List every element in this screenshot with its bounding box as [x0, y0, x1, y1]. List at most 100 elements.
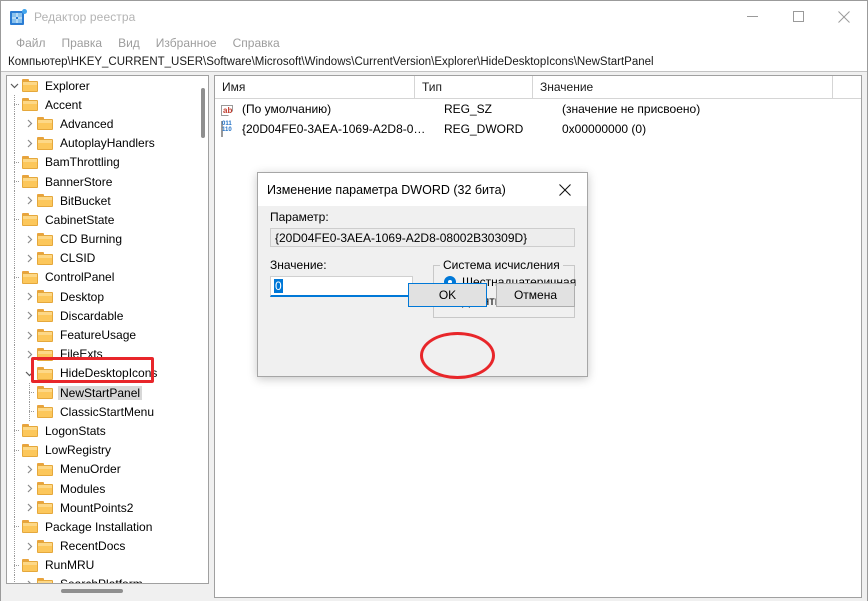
- column-header-extra[interactable]: [833, 76, 861, 98]
- tree-connector: [7, 402, 22, 422]
- tree-item-cabinetstate[interactable]: CabinetState: [7, 210, 208, 230]
- tree-item-explorer[interactable]: Explorer: [7, 76, 208, 95]
- tree-item-bitbucket[interactable]: BitBucket: [7, 191, 208, 211]
- chevron-down-icon[interactable]: [7, 76, 22, 95]
- menu-item-3[interactable]: Избранное: [148, 35, 225, 51]
- table-row[interactable]: ab (По умолчанию) REG_SZ (значение не присв…: [215, 99, 861, 119]
- tree-connector: [7, 248, 22, 268]
- chevron-right-icon[interactable]: [22, 326, 37, 345]
- tree-item-autoplayhandlers[interactable]: AutoplayHandlers: [7, 133, 208, 153]
- address-bar[interactable]: Компьютер\HKEY_CURRENT_USER\Software\Mic…: [1, 53, 867, 72]
- tree-item-advanced[interactable]: Advanced: [7, 114, 208, 134]
- tree-item-label: Explorer: [45, 78, 90, 93]
- column-header-value[interactable]: Значение: [533, 76, 833, 98]
- chevron-right-icon[interactable]: [22, 230, 37, 249]
- menu-item-2[interactable]: Вид: [110, 35, 148, 51]
- tree-connector: [7, 191, 22, 211]
- tree-item-label: ClassicStartMenu: [60, 404, 155, 419]
- tree-item-bamthrottling[interactable]: BamThrottling: [7, 152, 208, 172]
- column-header-name[interactable]: Имя: [215, 76, 415, 98]
- chevron-right-icon[interactable]: [22, 249, 37, 268]
- tree-item-label: Discardable: [60, 308, 124, 323]
- dialog-title: Изменение параметра DWORD (32 бита): [267, 182, 506, 197]
- maximize-button[interactable]: [775, 1, 821, 32]
- tree-vertical-scrollbar-thumb[interactable]: [201, 88, 205, 138]
- tree-item-label: FeatureUsage: [60, 328, 137, 343]
- folder-icon: [22, 175, 38, 189]
- tree-item-controlpanel[interactable]: ControlPanel: [7, 267, 208, 287]
- close-button[interactable]: [821, 1, 867, 32]
- tree-item-fileexts[interactable]: FileExts: [7, 344, 208, 364]
- chevron-right-icon[interactable]: [22, 479, 37, 498]
- tree-item-searchplatform[interactable]: SearchPlatform: [7, 574, 208, 583]
- cell-type: REG_DWORD: [444, 122, 524, 136]
- tree-item-cd-burning[interactable]: CD Burning: [7, 229, 208, 249]
- dialog-buttons: OK Отмена: [408, 283, 575, 307]
- tree-connector: [7, 498, 22, 518]
- tree-item-discardable[interactable]: Discardable: [7, 306, 208, 326]
- chevron-right-icon[interactable]: [22, 134, 37, 153]
- tree-connector: [7, 574, 22, 583]
- registry-editor-icon: [10, 8, 27, 25]
- menu-item-0[interactable]: Файл: [8, 35, 54, 51]
- title-bar: Редактор реестра: [1, 1, 867, 32]
- minimize-button[interactable]: [729, 1, 775, 32]
- tree-connector: [7, 383, 22, 403]
- cancel-button[interactable]: Отмена: [496, 283, 575, 307]
- dialog-title-bar: Изменение параметра DWORD (32 бита): [258, 173, 587, 206]
- tree-item-runmru[interactable]: RunMRU: [7, 555, 208, 575]
- chevron-right-icon[interactable]: [22, 191, 37, 210]
- tree-item-classicstartmenu[interactable]: ClassicStartMenu: [7, 402, 208, 422]
- dialog-close-button[interactable]: [543, 174, 587, 205]
- folder-icon: [22, 558, 38, 572]
- tree-item-logonstats[interactable]: LogonStats: [7, 421, 208, 441]
- tree-item-bannerstore[interactable]: BannerStore: [7, 172, 208, 192]
- tree-connector: [7, 229, 22, 249]
- cell-value: (значение не присвоено): [562, 102, 701, 116]
- tree-item-package-installation[interactable]: Package Installation: [7, 517, 208, 537]
- folder-icon: [37, 405, 53, 419]
- tree-item-featureusage[interactable]: FeatureUsage: [7, 325, 208, 345]
- tree-connector: [22, 383, 37, 403]
- tree-connector: [7, 172, 22, 192]
- chevron-right-icon[interactable]: [22, 345, 37, 364]
- tree-item-hidedesktopicons[interactable]: HideDesktopIcons: [7, 363, 208, 383]
- tree-item-lowregistry[interactable]: LowRegistry: [7, 440, 208, 460]
- tree-connector: [7, 459, 22, 479]
- chevron-right-icon[interactable]: [22, 575, 37, 583]
- menu-item-4[interactable]: Справка: [225, 35, 288, 51]
- chevron-right-icon[interactable]: [22, 287, 37, 306]
- table-row[interactable]: {20D04FE0-3AEA-1069-A2D8-0… REG_DWORD 0x00…: [215, 119, 861, 139]
- value-label: Значение:: [270, 258, 327, 272]
- menu-item-1[interactable]: Правка: [54, 35, 111, 51]
- chevron-right-icon[interactable]: [22, 460, 37, 479]
- tree-item-clsid[interactable]: CLSID: [7, 248, 208, 268]
- tree-item-desktop[interactable]: Desktop: [7, 287, 208, 307]
- chevron-right-icon[interactable]: [22, 537, 37, 556]
- folder-icon: [22, 155, 38, 169]
- tree-item-menuorder[interactable]: MenuOrder: [7, 459, 208, 479]
- chevron-right-icon[interactable]: [22, 498, 37, 517]
- tree-item-label: NewStartPanel: [58, 385, 143, 400]
- tree-item-label: BamThrottling: [45, 155, 120, 170]
- tree-item-modules[interactable]: Modules: [7, 479, 208, 499]
- tree-item-recentdocs[interactable]: RecentDocs: [7, 536, 208, 556]
- tree-item-accent[interactable]: Accent: [7, 95, 208, 115]
- chevron-right-icon[interactable]: [22, 306, 37, 325]
- tree-connector: [7, 421, 22, 441]
- column-header-type[interactable]: Тип: [415, 76, 533, 98]
- folder-icon: [22, 213, 38, 227]
- chevron-down-icon[interactable]: [22, 364, 37, 383]
- ok-button[interactable]: OK: [408, 283, 487, 307]
- registry-tree[interactable]: Explorer Accent Advanced AutoplayHandlers Ba…: [7, 76, 208, 583]
- tree-connector: [7, 440, 22, 460]
- cell-type: REG_SZ: [444, 102, 493, 116]
- tree-item-newstartpanel[interactable]: NewStartPanel: [7, 383, 208, 403]
- tree-horizontal-scrollbar-thumb[interactable]: [61, 589, 123, 593]
- value-input[interactable]: 0: [270, 276, 413, 297]
- tree-item-mountpoints2[interactable]: MountPoints2: [7, 498, 208, 518]
- chevron-right-icon[interactable]: [22, 114, 37, 133]
- tree-item-label: MountPoints2: [60, 500, 134, 515]
- registry-tree-pane[interactable]: Explorer Accent Advanced AutoplayHandlers Ba…: [6, 75, 209, 584]
- tree-horizontal-scrollbar[interactable]: [6, 585, 209, 598]
